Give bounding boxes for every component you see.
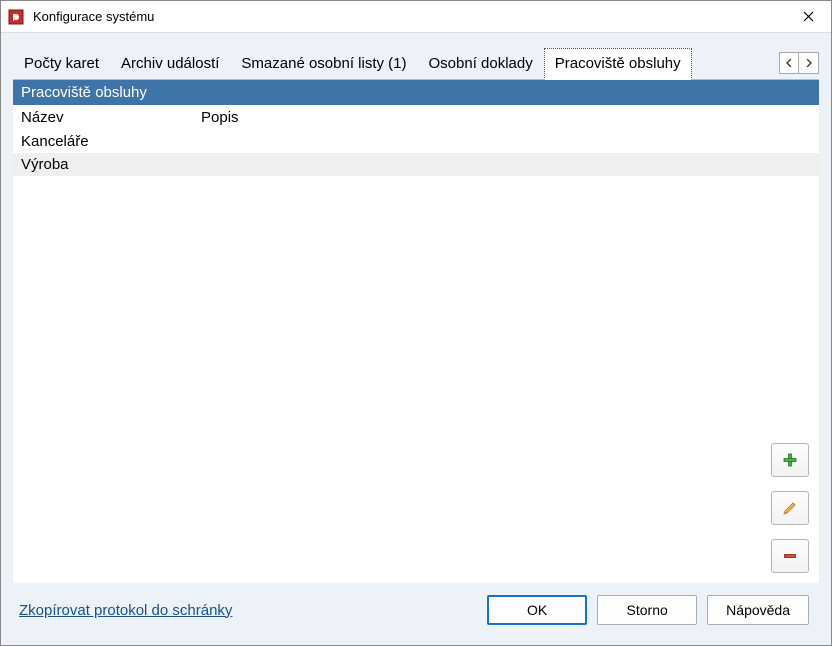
chevron-right-icon: [806, 59, 812, 67]
grid-header: Název Popis: [13, 105, 819, 130]
table-row[interactable]: Kanceláře: [13, 130, 819, 153]
tab-pocty-karet[interactable]: Počty karet: [13, 48, 110, 80]
grid: Název Popis Kanceláře Výroba: [13, 105, 819, 583]
cancel-button[interactable]: Storno: [597, 595, 697, 625]
cell-desc: [193, 130, 659, 153]
tabstrip: Počty karet Archiv událostí Smazané osob…: [13, 47, 819, 79]
remove-button[interactable]: [771, 539, 809, 573]
tab-archiv-udalosti[interactable]: Archiv událostí: [110, 48, 230, 80]
tab-scroll-right[interactable]: [799, 52, 819, 74]
column-header-desc[interactable]: Popis: [193, 105, 659, 130]
section-header: Pracoviště obsluhy: [13, 80, 819, 105]
plus-icon: [782, 452, 798, 468]
close-button[interactable]: [785, 1, 831, 33]
cell-name: Výroba: [13, 153, 193, 176]
column-header-name[interactable]: Název: [13, 105, 193, 130]
tab-osobni-doklady[interactable]: Osobní doklady: [418, 48, 544, 80]
window-title: Konfigurace systému: [33, 9, 785, 24]
minus-icon: [782, 548, 798, 564]
window: Konfigurace systému Počty karet Archiv u…: [0, 0, 832, 646]
close-icon: [803, 11, 814, 22]
pencil-icon: [782, 500, 798, 516]
tab-smazane-osobni-listy[interactable]: Smazané osobní listy (1): [230, 48, 417, 80]
client-area: Počty karet Archiv událostí Smazané osob…: [1, 33, 831, 645]
tab-scroll-left[interactable]: [779, 52, 799, 74]
table-row[interactable]: Výroba: [13, 153, 819, 176]
tab-pracoviste-obsluhy[interactable]: Pracoviště obsluhy: [544, 48, 692, 80]
side-buttons: [771, 443, 809, 573]
help-button[interactable]: Nápověda: [707, 595, 809, 625]
copy-protocol-link[interactable]: Zkopírovat protokol do schránky: [19, 602, 232, 619]
titlebar: Konfigurace systému: [1, 1, 831, 33]
footer: Zkopírovat protokol do schránky OK Storn…: [13, 583, 819, 635]
edit-button[interactable]: [771, 491, 809, 525]
add-button[interactable]: [771, 443, 809, 477]
cell-name: Kanceláře: [13, 130, 193, 153]
chevron-left-icon: [786, 59, 792, 67]
tab-panel: Pracoviště obsluhy Název Popis Kanceláře…: [13, 79, 819, 583]
ok-button[interactable]: OK: [487, 595, 587, 625]
cell-desc: [193, 153, 659, 176]
tabs: Počty karet Archiv událostí Smazané osob…: [13, 47, 692, 79]
app-icon: [7, 8, 25, 26]
tab-scroll-arrows: [779, 47, 819, 79]
